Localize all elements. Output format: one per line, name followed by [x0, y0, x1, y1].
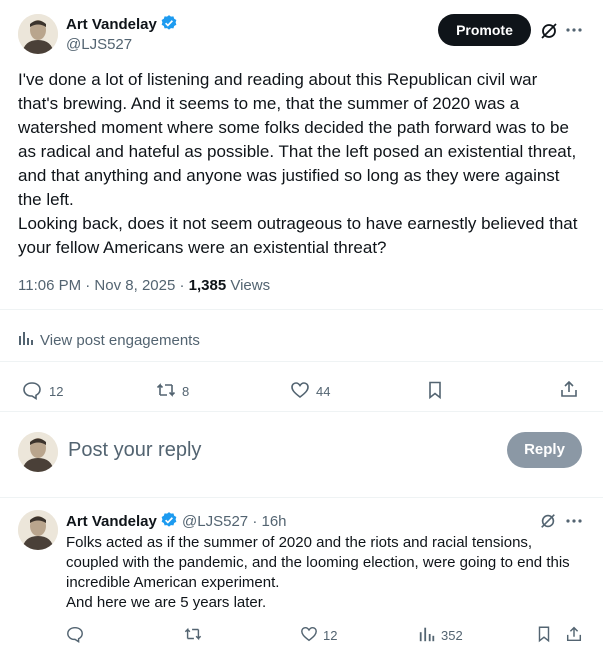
reply-icon — [22, 380, 42, 403]
compose-avatar — [18, 432, 58, 472]
like-action-button[interactable]: 12 — [300, 625, 337, 646]
avatar[interactable] — [18, 14, 58, 54]
reply-button[interactable]: Reply — [507, 432, 582, 468]
reply-icon — [66, 625, 84, 646]
post-text: I've done a lot of listening and reading… — [18, 70, 578, 257]
analytics-icon — [418, 625, 436, 646]
heart-icon — [300, 625, 318, 646]
author-name[interactable]: Art Vandelay — [66, 14, 178, 36]
post-time[interactable]: 11:06 PM · Nov 8, 2025 · — [18, 277, 189, 294]
repost-action-button[interactable]: 8 — [156, 380, 189, 403]
heart-icon — [290, 380, 310, 403]
more-options-icon[interactable] — [564, 20, 584, 45]
share-button[interactable] — [559, 379, 579, 402]
like-count: 12 — [323, 628, 338, 643]
verified-badge-icon — [160, 511, 178, 533]
divider — [0, 361, 603, 362]
bookmark-button[interactable] — [425, 380, 445, 403]
view-engagements-label[interactable]: View post engagements — [40, 332, 200, 349]
repost-count: 8 — [182, 384, 190, 399]
reply-count: 12 — [49, 384, 64, 399]
repost-icon — [184, 625, 202, 646]
reply-action-button[interactable]: 12 — [22, 380, 63, 403]
divider — [0, 411, 603, 412]
like-action-button[interactable]: 44 — [290, 380, 330, 403]
share-button[interactable] — [565, 625, 583, 646]
reply-header: Art Vandelay @LJS527 · 16h — [66, 511, 287, 533]
divider — [0, 309, 603, 310]
views-count: 352 — [441, 628, 463, 643]
promote-button[interactable]: Promote — [438, 14, 531, 46]
analytics-icon — [18, 330, 34, 350]
bookmark-icon — [425, 380, 445, 403]
reply-avatar[interactable] — [18, 510, 58, 550]
reply-author-name[interactable]: Art Vandelay — [66, 513, 157, 530]
share-icon — [565, 625, 583, 646]
views-count: 1,385 — [188, 277, 227, 294]
views-action-button[interactable]: 352 — [418, 625, 463, 646]
reply-author-handle[interactable]: @LJS527 — [182, 513, 248, 530]
repost-action-button[interactable] — [184, 625, 202, 646]
reply-input[interactable]: Post your reply — [68, 439, 201, 462]
author-handle[interactable]: @LJS527 — [66, 36, 132, 53]
view-engagements-link[interactable]: View post engagements — [18, 330, 200, 350]
share-icon — [559, 379, 579, 402]
reply-text: Folks acted as if the summer of 2020 and… — [66, 534, 570, 611]
views-label: Views — [230, 277, 271, 294]
bookmark-button[interactable] — [535, 625, 553, 646]
reply-time[interactable]: · 16h — [252, 513, 286, 530]
bookmark-icon — [535, 625, 553, 646]
reply-action-button[interactable] — [66, 625, 84, 646]
grok-icon[interactable] — [539, 21, 559, 46]
post-meta: 11:06 PM · Nov 8, 2025 · 1,385 Views — [18, 277, 270, 294]
author-name-text[interactable]: Art Vandelay — [66, 16, 157, 33]
like-count: 44 — [316, 384, 331, 399]
repost-icon — [156, 380, 176, 403]
grok-icon[interactable] — [539, 512, 557, 535]
divider — [0, 497, 603, 498]
verified-badge-icon — [160, 14, 178, 36]
